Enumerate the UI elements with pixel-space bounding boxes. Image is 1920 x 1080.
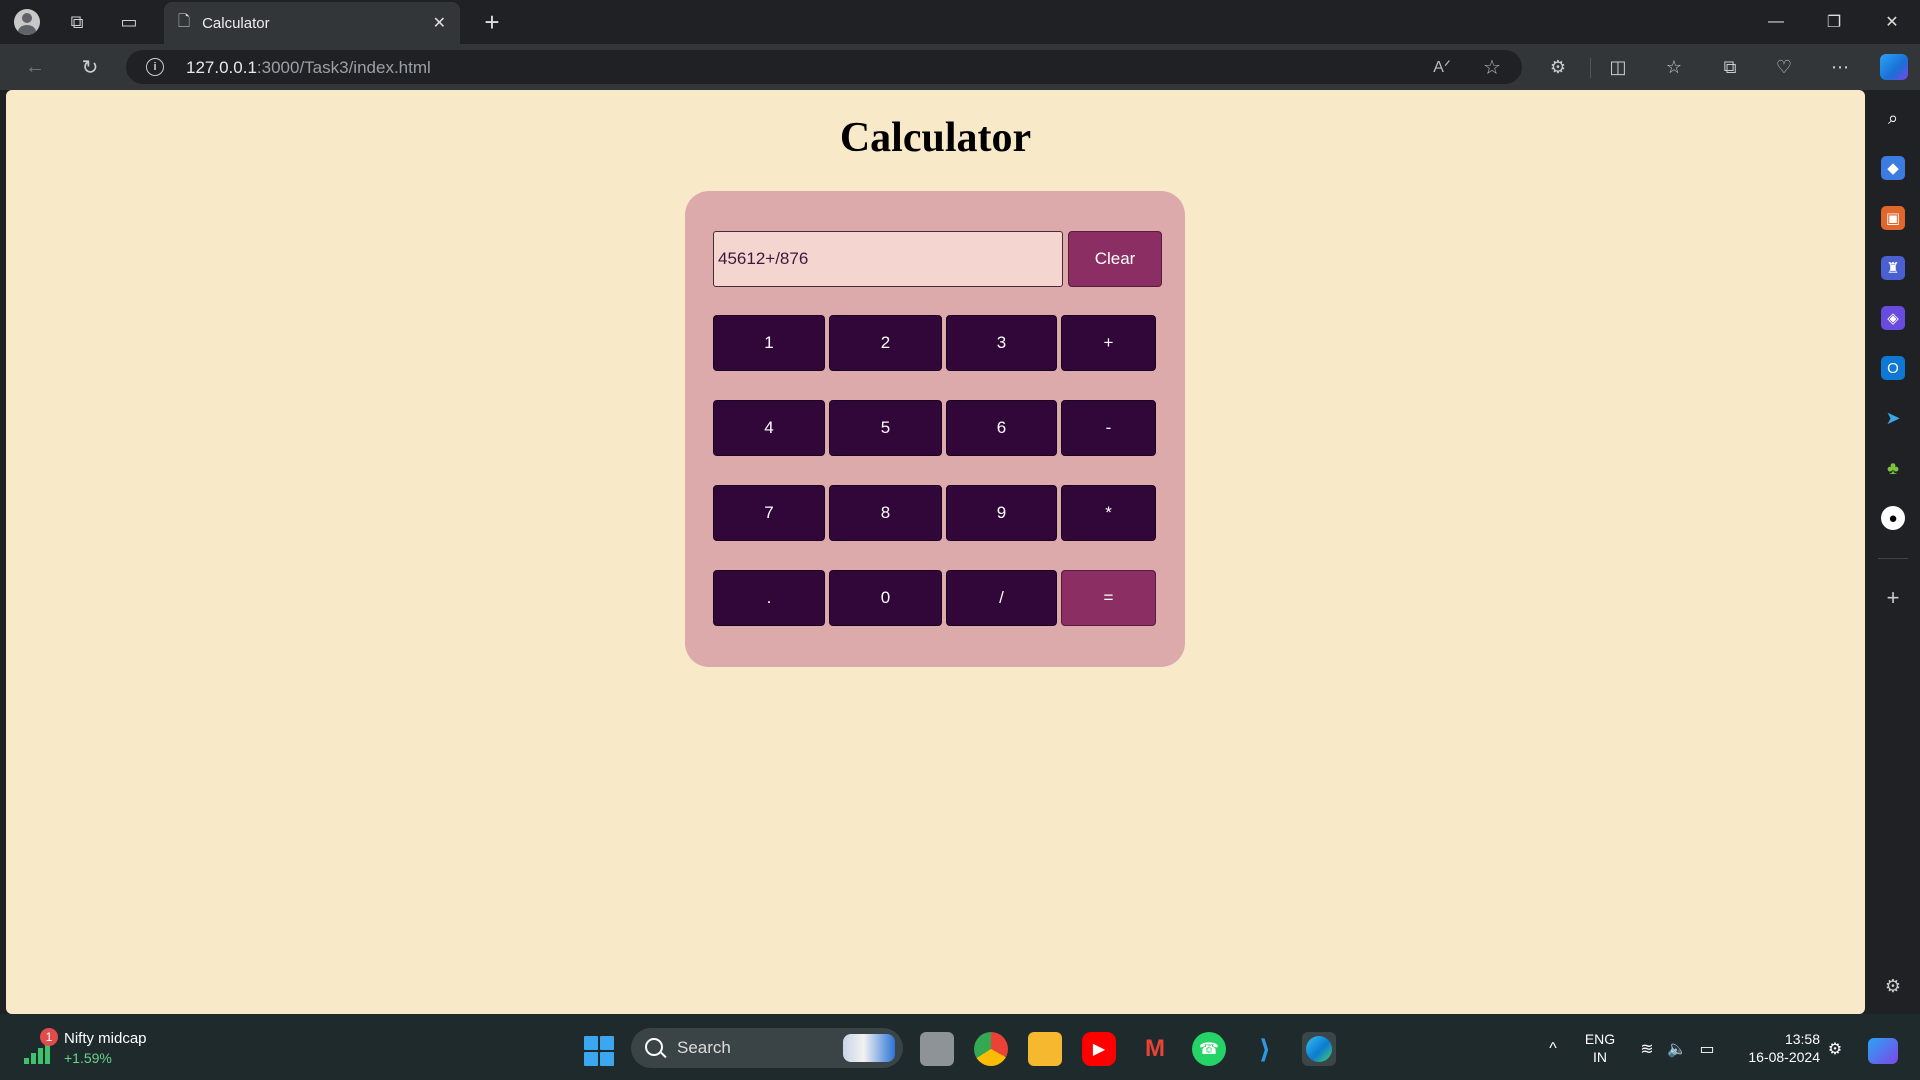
split-screen-icon[interactable]: ◫ [1604,54,1632,80]
key-7-button[interactable]: 7 [713,485,825,541]
outlook-icon[interactable]: O [1881,356,1905,380]
tree-icon[interactable]: ♣ [1881,456,1905,480]
calculator-panel: 45612+/876 Clear 1 2 3 + 4 5 6 - 7 8 9 *… [685,191,1185,667]
site-info-icon[interactable]: i [146,58,164,76]
microsoft-365-icon[interactable]: ◈ [1881,306,1905,330]
favorite-star-icon[interactable]: ☆ [1480,56,1504,79]
key-2-button[interactable]: 2 [829,315,942,371]
copilot-icon[interactable] [1880,54,1908,80]
calculator-display-input[interactable]: 45612+/876 [713,231,1063,287]
notification-bell-icon[interactable]: ⚙ [1824,1038,1846,1060]
search-icon [645,1038,663,1056]
key-multiply-button[interactable]: * [1061,485,1156,541]
url-host: 127.0.0.1 [186,58,257,77]
wifi-icon[interactable]: ≋ [1636,1038,1658,1060]
url-text[interactable]: 127.0.0.1:3000/Task3/index.html [186,58,431,78]
tab-title: Calculator [202,14,270,32]
key-minus-button[interactable]: - [1061,400,1156,456]
read-aloud-icon[interactable]: Aᐟ [1430,56,1454,78]
language-indicator[interactable]: ENG IN [1580,1030,1620,1066]
url-path: :3000/Task3/index.html [256,58,431,77]
edge-sidebar: ⌕ ◆ ▣ ♜ ◈ O ➤ ♣ ● + ⚙ [1866,90,1920,1014]
search-label: Search [677,1038,731,1057]
refresh-button[interactable]: ↻ [75,53,105,81]
collections-icon[interactable]: ⧉ [1716,54,1744,80]
stock-widget[interactable]: 1 Nifty midcap +1.59% [22,1026,222,1070]
gmail-icon[interactable]: M [1138,1032,1172,1066]
title-bar: ⧉ ▭ 🗋 Calculator ✕ + — ❐ ✕ [0,0,1920,44]
back-button[interactable]: ← [20,53,50,81]
new-tab-button[interactable]: + [478,7,506,37]
clock-date: 16-08-2024 [1748,1049,1820,1065]
notification-badge: 1 [40,1028,58,1046]
minimize-button[interactable]: — [1756,8,1796,36]
key-3-button[interactable]: 3 [946,315,1057,371]
key-6-button[interactable]: 6 [946,400,1057,456]
key-divide-button[interactable]: / [946,570,1057,626]
youtube-icon[interactable]: ▶ [1082,1032,1116,1066]
sidebar-search-icon[interactable]: ⌕ [1881,106,1905,130]
games-icon[interactable]: ♜ [1881,256,1905,280]
tab-calculator[interactable]: 🗋 Calculator ✕ [164,2,460,44]
page-viewport: Calculator 45612+/876 Clear 1 2 3 + 4 5 … [6,90,1865,1014]
key-plus-button[interactable]: + [1061,315,1156,371]
whatsapp-icon[interactable]: ☎ [1192,1032,1226,1066]
key-8-button[interactable]: 8 [829,485,942,541]
address-toolbar: ← ↻ i 127.0.0.1:3000/Task3/index.html Aᐟ… [0,44,1920,90]
page-title: Calculator [839,115,1032,161]
tab-actions-icon[interactable]: ▭ [115,8,143,36]
github-icon[interactable]: ● [1881,506,1905,530]
vscode-icon[interactable]: ⟩ [1248,1032,1282,1066]
key-equals-button[interactable]: = [1061,570,1156,626]
extensions-icon[interactable]: ⚙ [1544,54,1572,80]
key-4-button[interactable]: 4 [713,400,825,456]
send-icon[interactable]: ➤ [1881,406,1905,430]
workspaces-icon[interactable]: ⧉ [63,8,91,36]
search-highlight-icon [843,1034,895,1062]
task-view-icon[interactable] [920,1032,954,1066]
language-primary: ENG [1584,1031,1616,1047]
start-button[interactable] [584,1036,614,1066]
chrome-icon[interactable] [974,1032,1008,1066]
shopping-tag-icon[interactable]: ◆ [1881,156,1905,180]
page-icon: 🗋 [178,12,191,30]
show-hidden-icons-icon[interactable]: ^ [1542,1038,1564,1060]
taskbar: 1 Nifty midcap +1.59% Search ▶ M ☎ ⟩ ^ E… [0,1014,1920,1080]
tools-briefcase-icon[interactable]: ▣ [1881,206,1905,230]
clock[interactable]: 13:58 16-08-2024 [1734,1030,1820,1066]
close-tab-icon[interactable]: ✕ [433,13,446,33]
key-decimal-button[interactable]: . [713,570,825,626]
profile-avatar-icon[interactable] [13,8,41,36]
widget-title: Nifty midcap [64,1030,147,1047]
battery-icon[interactable]: ▭ [1696,1038,1718,1060]
close-window-button[interactable]: ✕ [1872,8,1912,36]
file-explorer-icon[interactable] [1028,1032,1062,1066]
key-0-button[interactable]: 0 [829,570,942,626]
widget-value: +1.59% [64,1050,112,1066]
language-secondary: IN [1593,1049,1607,1065]
add-sidebar-app-icon[interactable]: + [1881,585,1905,610]
address-bar[interactable]: i 127.0.0.1:3000/Task3/index.html Aᐟ ☆ [126,50,1522,84]
key-9-button[interactable]: 9 [946,485,1057,541]
restore-button[interactable]: ❐ [1814,8,1854,36]
sidebar-divider [1878,558,1908,559]
browser-essentials-icon[interactable]: ♡ [1770,54,1798,80]
sidebar-settings-icon[interactable]: ⚙ [1881,974,1905,998]
edge-icon[interactable] [1302,1032,1336,1066]
key-5-button[interactable]: 5 [829,400,942,456]
key-1-button[interactable]: 1 [713,315,825,371]
more-menu-icon[interactable]: ⋯ [1826,54,1854,80]
copilot-taskbar-icon[interactable] [1868,1038,1898,1064]
volume-icon[interactable]: 🔈 [1666,1038,1688,1060]
clock-time: 13:58 [1784,1031,1820,1047]
toolbar-divider [1590,58,1591,78]
clear-button[interactable]: Clear [1068,231,1162,287]
taskbar-search-box[interactable]: Search [631,1028,903,1068]
favorites-icon[interactable]: ☆ [1660,54,1688,80]
